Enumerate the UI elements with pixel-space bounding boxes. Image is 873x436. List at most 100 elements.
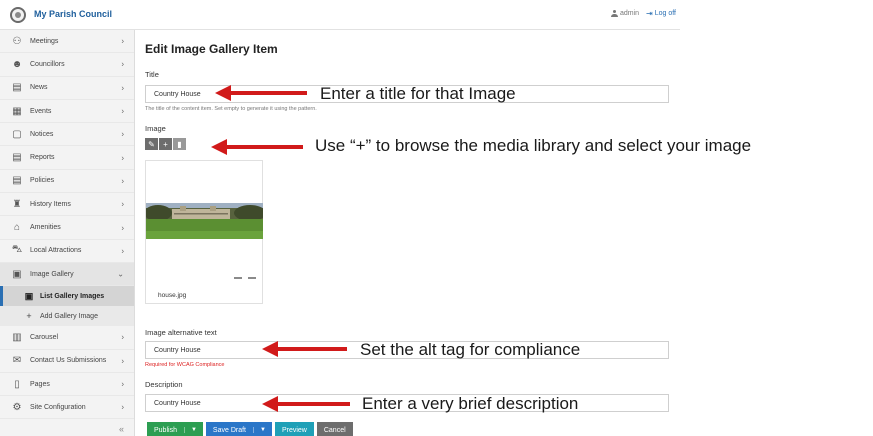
sidebar-item-policies[interactable]: ▤ Policies › <box>0 170 134 194</box>
edit-image-button[interactable]: ✎ <box>145 138 158 150</box>
user-icon <box>610 10 618 17</box>
sidebar-item-label: Events <box>30 107 52 115</box>
image-card-actions <box>234 277 256 279</box>
alt-arrow-icon <box>262 341 347 357</box>
title-hint: The title of the content item. Set empty… <box>145 106 317 112</box>
sidebar-item-label: Contact Us Submissions <box>30 357 107 365</box>
sidebar-item-contact-us-submissions[interactable]: ✉ Contact Us Submissions › <box>0 350 134 373</box>
sidebar-item-site-configuration[interactable]: ⚙ Site Configuration › <box>0 396 134 420</box>
annotation-alt: Set the alt tag for compliance <box>360 340 581 359</box>
publish-label: Publish <box>154 426 177 434</box>
logoff-icon: ⇥ <box>646 9 653 18</box>
save-draft-button[interactable]: Save Draft ▼ <box>205 422 272 436</box>
chevron-right-icon: › <box>121 153 124 163</box>
document-icon: ▤ <box>12 152 22 164</box>
basket-icon: ⌂ <box>13 222 21 234</box>
drag-handle-icon[interactable] <box>234 277 242 279</box>
save-draft-label: Save Draft <box>212 426 246 434</box>
alt-text-label: Image alternative text <box>145 328 217 337</box>
sidebar-subitem-label: Add Gallery Image <box>40 312 98 320</box>
add-image-button[interactable]: + <box>159 138 172 150</box>
user-area: admin ⇥ Log off <box>610 9 676 18</box>
sidebar-item-label: Amenities <box>30 224 61 232</box>
chevron-right-icon: › <box>121 379 124 389</box>
sidebar-item-label: Councillors <box>30 60 65 68</box>
sidebar-item-meetings[interactable]: ⚇ Meetings › <box>0 30 134 54</box>
sidebar-item-events[interactable]: ▦ Events › <box>0 100 134 124</box>
house-photo <box>146 203 263 239</box>
sidebar-item-label: Site Configuration <box>30 403 86 411</box>
sidebar-subitem-add-gallery-image[interactable]: + Add Gallery Image <box>0 306 134 327</box>
sidebar-item-history-items[interactable]: ♜ History Items › <box>0 193 134 217</box>
sidebar-item-label: News <box>30 84 48 92</box>
sidebar-item-notices[interactable]: ▢ Notices › <box>0 123 134 147</box>
sidebar-item-label: Pages <box>30 380 50 388</box>
sidebar-item-carousel[interactable]: ▥ Carousel › <box>0 326 134 350</box>
chevron-right-icon: › <box>121 59 124 69</box>
gallery-icon: ▣ <box>12 268 22 280</box>
sidebar-item-label: Local Attractions <box>30 247 82 255</box>
sidebar-item-label: History Items <box>30 200 71 208</box>
image-filename: house.jpg <box>158 292 187 299</box>
chevron-right-icon: › <box>121 402 124 412</box>
app-title[interactable]: My Parish Council <box>34 9 112 19</box>
monument-icon: ♜ <box>12 198 22 210</box>
chevron-right-icon: › <box>121 246 124 256</box>
annotation-image: Use “+” to browse the media library and … <box>315 136 752 155</box>
sidebar-item-reports[interactable]: ▤ Reports › <box>0 146 134 170</box>
image-toolbar: ✎ + ▮ <box>145 138 186 150</box>
calendar-icon: ▦ <box>12 105 22 117</box>
list-images-icon: ▣ <box>24 290 34 301</box>
sidebar-item-image-gallery[interactable]: ▣ Image Gallery ⌄ <box>0 262 134 287</box>
sidebar-item-label: Meetings <box>30 37 59 45</box>
document-icon: ▤ <box>12 175 22 187</box>
sidebar-item-councillors[interactable]: ☻ Councillors › <box>0 53 134 77</box>
title-label: Title <box>145 70 159 79</box>
sidebar-subitem-label: List Gallery Images <box>40 292 105 300</box>
sidebar-item-local-attractions[interactable]: ⛍ Local Attractions › <box>0 240 134 263</box>
annotation-title: Enter a title for that Image <box>320 84 516 103</box>
carousel-icon: ▥ <box>12 331 22 343</box>
sidebar: ⚇ Meetings › ☻ Councillors › ▤ News › ▦ … <box>0 30 135 436</box>
publish-button[interactable]: Publish ▼ <box>147 422 203 436</box>
plus-icon: + <box>26 311 32 322</box>
page-title: Edit Image Gallery Item <box>145 42 278 56</box>
sidebar-subitem-list-gallery-images[interactable]: ▣ List Gallery Images <box>0 286 134 307</box>
action-buttons: Publish ▼ Save Draft ▼ Preview Cancel <box>147 422 353 436</box>
parish-logo-icon[interactable] <box>10 7 26 23</box>
chevron-down-icon[interactable]: ▼ <box>253 427 272 433</box>
alt-required-hint: Required for WCAG Compliance <box>145 362 225 368</box>
preview-button[interactable]: Preview <box>274 422 314 436</box>
page-icon: ▯ <box>14 378 20 390</box>
username: admin <box>619 10 640 17</box>
user-menu[interactable]: admin <box>610 10 640 17</box>
logoff-link[interactable]: ⇥ Log off <box>646 9 676 18</box>
chevron-right-icon: › <box>121 36 124 46</box>
chevron-right-icon: › <box>121 176 124 186</box>
chevron-right-icon: › <box>121 199 124 209</box>
notice-icon: ▢ <box>12 128 22 140</box>
top-bar: My Parish Council admin ⇥ Log off <box>0 0 680 30</box>
sidebar-item-pages[interactable]: ▯ Pages › <box>0 373 134 397</box>
chevron-right-icon: › <box>121 83 124 93</box>
sidebar-item-label: Image Gallery <box>30 270 74 278</box>
logoff-label: Log off <box>654 10 676 17</box>
users-icon: ☻ <box>11 58 23 70</box>
image-arrow-icon <box>211 139 303 155</box>
title-arrow-icon <box>215 85 307 101</box>
sidebar-item-amenities[interactable]: ⌂ Amenities › <box>0 216 134 240</box>
sidebar-item-news[interactable]: ▤ News › <box>0 77 134 100</box>
remove-image-icon[interactable] <box>248 277 256 279</box>
meetings-icon: ⚇ <box>12 35 22 47</box>
chevron-down-icon: ⌄ <box>117 269 124 279</box>
trash-icon: ▮ <box>177 139 182 149</box>
sidebar-item-label: Policies <box>30 177 55 185</box>
image-preview-card: house.jpg <box>145 160 263 304</box>
description-label: Description <box>145 380 183 389</box>
cancel-button[interactable]: Cancel <box>316 422 353 436</box>
delete-image-button[interactable]: ▮ <box>173 138 186 150</box>
car-icon: ⛍ <box>11 244 23 256</box>
chevron-down-icon[interactable]: ▼ <box>183 427 203 433</box>
collapse-sidebar-icon[interactable]: « <box>119 424 124 434</box>
pencil-icon: ✎ <box>148 139 155 149</box>
